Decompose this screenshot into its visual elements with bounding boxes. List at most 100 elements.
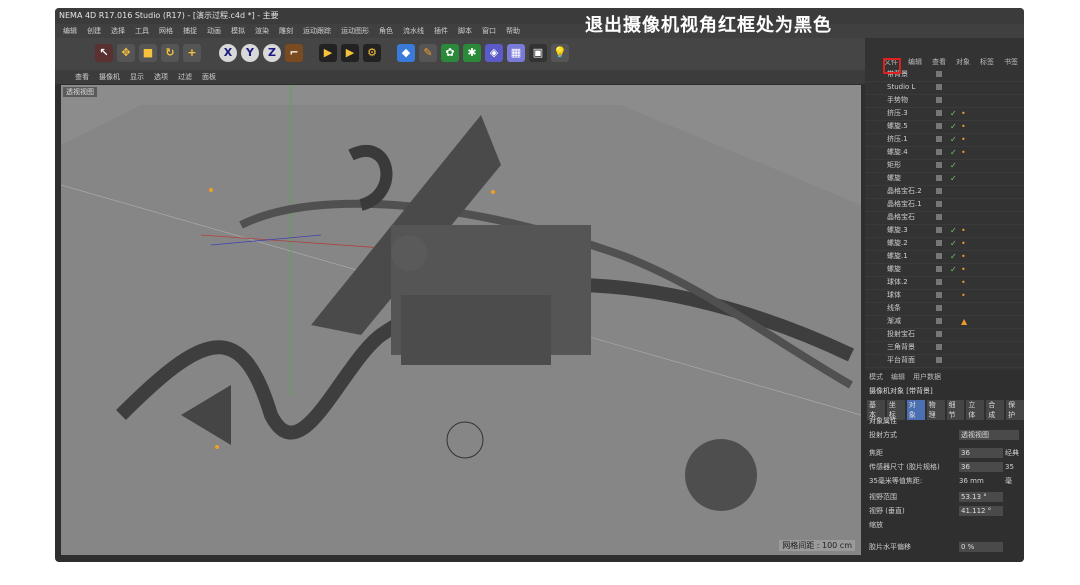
menu-item[interactable]: 创建 (87, 24, 101, 38)
viewport-menu-item[interactable]: 过滤 (178, 70, 192, 84)
visibility-toggle[interactable] (936, 253, 942, 259)
visibility-toggle[interactable] (936, 149, 942, 155)
menu-item[interactable]: 运动跟踪 (303, 24, 331, 38)
pen-icon[interactable]: ✎ (419, 44, 437, 62)
perspective-viewport[interactable]: 透视视图 网格间距 : 100 cm (61, 85, 861, 555)
visibility-toggle[interactable] (936, 266, 942, 272)
coord-system-icon[interactable]: ⌐ (285, 44, 303, 62)
object-manager-tab[interactable]: 标签 (980, 56, 994, 68)
viewport-menu-item[interactable]: 面板 (202, 70, 216, 84)
cube-icon[interactable]: ◆ (397, 44, 415, 62)
object-row[interactable]: 投射宝石 (865, 328, 1024, 342)
viewport-menu-item[interactable]: 查看 (75, 70, 89, 84)
menu-item[interactable]: 模拟 (231, 24, 245, 38)
attr-sub-tab[interactable]: 物理 (926, 400, 945, 420)
attr-sub-tab[interactable]: 立体 (966, 400, 985, 420)
visibility-toggle[interactable] (936, 188, 942, 194)
projection-select[interactable]: 透视视图 (959, 430, 1019, 440)
visibility-toggle[interactable] (936, 227, 942, 233)
visibility-toggle[interactable] (936, 214, 942, 220)
object-manager-tab[interactable]: 编辑 (908, 56, 922, 68)
object-row[interactable]: 渐减 ▲ (865, 315, 1024, 329)
z-axis-button[interactable]: Z (263, 44, 281, 62)
object-row[interactable]: 螺旋.1 ✓ • (865, 250, 1024, 264)
attr-sub-tab[interactable]: 合成 (986, 400, 1005, 420)
visibility-toggle[interactable] (936, 71, 942, 77)
enabled-check-icon[interactable]: ✓ (950, 263, 957, 276)
render-settings-icon[interactable]: ⚙ (363, 44, 381, 62)
visibility-toggle[interactable] (936, 201, 942, 207)
visibility-toggle[interactable] (936, 318, 942, 324)
attr-sub-tab[interactable]: 对象 (906, 400, 925, 420)
object-row[interactable]: 螺旋 ✓ (865, 172, 1024, 186)
menu-item[interactable]: 插件 (434, 24, 448, 38)
object-manager-tab[interactable]: 查看 (932, 56, 946, 68)
object-row[interactable]: 线条 (865, 302, 1024, 316)
enabled-check-icon[interactable]: ✓ (950, 224, 957, 237)
scale-tool-icon[interactable]: ■ (139, 44, 157, 62)
enabled-check-icon[interactable]: ✓ (950, 107, 957, 120)
attr-tab[interactable]: 用户数据 (913, 372, 941, 382)
visibility-toggle[interactable] (936, 331, 942, 337)
y-axis-button[interactable]: Y (241, 44, 259, 62)
select-tool-icon[interactable]: ↖ (95, 44, 113, 62)
menu-item[interactable]: 动画 (207, 24, 221, 38)
visibility-toggle[interactable] (936, 136, 942, 142)
object-row[interactable]: 挤压.1 ✓ • (865, 133, 1024, 147)
menu-item[interactable]: 脚本 (458, 24, 472, 38)
object-row[interactable]: Studio L (865, 81, 1024, 95)
visibility-toggle[interactable] (936, 97, 942, 103)
menu-item[interactable]: 帮助 (506, 24, 520, 38)
visibility-toggle[interactable] (936, 292, 942, 298)
light-icon[interactable]: 💡 (551, 44, 569, 62)
object-row[interactable]: 球体.2 • (865, 276, 1024, 290)
menu-item[interactable]: 流水线 (403, 24, 424, 38)
menu-item[interactable]: 网格 (159, 24, 173, 38)
focal-preset[interactable]: 经典 (1005, 446, 1019, 460)
attr-sub-tab[interactable]: 细节 (946, 400, 965, 420)
floor-icon[interactable]: ▦ (507, 44, 525, 62)
menu-item[interactable]: 工具 (135, 24, 149, 38)
visibility-toggle[interactable] (936, 305, 942, 311)
menu-item[interactable]: 编辑 (63, 24, 77, 38)
enabled-check-icon[interactable]: ✓ (950, 120, 957, 133)
x-axis-button[interactable]: X (219, 44, 237, 62)
enabled-check-icon[interactable]: ✓ (950, 159, 957, 172)
enabled-check-icon[interactable]: ✓ (950, 133, 957, 146)
object-row[interactable]: 平台背面 (865, 354, 1024, 368)
object-row[interactable]: 球体 • (865, 289, 1024, 303)
fov-input[interactable]: 53.13 ° (959, 492, 1003, 502)
hshift-input[interactable]: 0 % (959, 542, 1003, 552)
subdivision-icon[interactable]: ✿ (441, 44, 459, 62)
visibility-toggle[interactable] (936, 162, 942, 168)
move-tool-icon[interactable]: ✥ (117, 44, 135, 62)
menu-item[interactable]: 捕捉 (183, 24, 197, 38)
enabled-check-icon[interactable]: ✓ (950, 146, 957, 159)
viewport-menu-item[interactable]: 摄像机 (99, 70, 120, 84)
attr-tab[interactable]: 编辑 (891, 372, 905, 382)
visibility-toggle[interactable] (936, 240, 942, 246)
array-icon[interactable]: ✱ (463, 44, 481, 62)
menu-item[interactable]: 渲染 (255, 24, 269, 38)
menu-item[interactable]: 雕刻 (279, 24, 293, 38)
object-manager-tab[interactable]: 对象 (956, 56, 970, 68)
object-row[interactable]: 螺旋.2 ✓ • (865, 237, 1024, 251)
sensor-input[interactable]: 36 (959, 462, 1003, 472)
enabled-check-icon[interactable]: ✓ (950, 237, 957, 250)
attr-sub-tab[interactable]: 保护 (1006, 400, 1024, 420)
visibility-toggle[interactable] (936, 123, 942, 129)
live-select-icon[interactable]: + (183, 44, 201, 62)
object-row[interactable]: 螺旋.4 ✓ • (865, 146, 1024, 160)
viewport-menu-item[interactable]: 显示 (130, 70, 144, 84)
object-row[interactable]: 螺旋.3 ✓ • (865, 224, 1024, 238)
object-row[interactable]: 晶格宝石 (865, 211, 1024, 225)
visibility-toggle[interactable] (936, 175, 942, 181)
visibility-toggle[interactable] (936, 110, 942, 116)
menu-item[interactable]: 运动图形 (341, 24, 369, 38)
enabled-check-icon[interactable]: ✓ (950, 250, 957, 263)
render-picture-icon[interactable]: ▶ (341, 44, 359, 62)
object-row[interactable]: 螺旋.5 ✓ • (865, 120, 1024, 134)
visibility-toggle[interactable] (936, 344, 942, 350)
object-row[interactable]: 螺旋 ✓ • (865, 263, 1024, 277)
focal-input[interactable]: 36 (959, 448, 1003, 458)
